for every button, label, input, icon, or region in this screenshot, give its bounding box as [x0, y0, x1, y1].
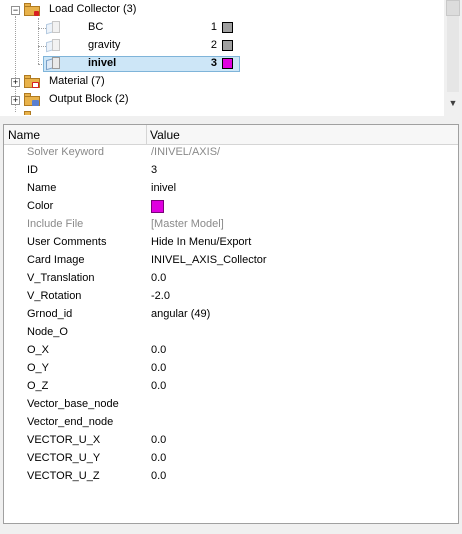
table-row[interactable]: V_Translation 0.0 [4, 270, 458, 288]
tree-item-label: Load Collector (3) [49, 3, 137, 15]
property-name: V_Rotation [27, 290, 82, 302]
property-name: Name [27, 182, 57, 194]
property-name: V_Translation [27, 272, 95, 284]
table-row[interactable]: Name inivel [4, 180, 458, 198]
column-divider[interactable] [146, 125, 147, 144]
property-name: O_Y [27, 362, 50, 374]
tree-item-label: inivel [88, 57, 117, 69]
tree-item-bc[interactable]: BC 1 [0, 19, 444, 37]
property-value[interactable]: 0.0 [151, 272, 166, 284]
property-name: Grnod_id [27, 308, 73, 320]
table-row[interactable]: VECTOR_U_Z 0.0 [4, 468, 458, 486]
property-name: Color [27, 200, 54, 212]
tree-item-label: Material (7) [49, 75, 105, 87]
table-row[interactable]: O_X 0.0 [4, 342, 458, 360]
expand-icon[interactable]: + [11, 96, 20, 105]
property-value[interactable]: 0.0 [151, 344, 166, 356]
table-row[interactable]: ID 3 [4, 162, 458, 180]
table-row[interactable]: Vector_base_node [4, 396, 458, 414]
collector-id: 1 [210, 21, 217, 33]
expand-icon[interactable]: + [11, 78, 20, 87]
entity-properties-table: Name Value Solver Keyword /INIVEL/AXIS/ … [3, 124, 459, 524]
property-value[interactable]: angular (49) [151, 308, 210, 320]
property-value[interactable]: 0.0 [151, 362, 166, 374]
table-row[interactable]: Node_O [4, 324, 458, 342]
property-name: ID [27, 164, 38, 176]
table-header: Name Value [4, 125, 458, 145]
collector-icon [46, 21, 60, 35]
color-swatch[interactable] [151, 200, 164, 213]
collector-id: 3 [210, 57, 217, 69]
property-value: [Master Model] [151, 218, 224, 230]
tree-item-load-collector[interactable]: − Load Collector (3) [0, 1, 444, 19]
tree-item-gravity[interactable]: gravity 2 [0, 37, 444, 55]
tree-item-material[interactable]: + Material (7) [0, 73, 444, 91]
property-name: VECTOR_U_Y [27, 452, 101, 464]
color-swatch[interactable] [222, 22, 233, 33]
property-name: VECTOR_U_X [27, 434, 101, 446]
property-value: /INIVEL/AXIS/ [151, 146, 221, 158]
scrollbar-thumb[interactable] [446, 0, 460, 16]
table-row[interactable]: Include File [Master Model] [4, 216, 458, 234]
tree-scrollbar[interactable]: ▼ [444, 0, 462, 112]
table-row[interactable]: O_Y 0.0 [4, 360, 458, 378]
property-name: VECTOR_U_Z [27, 470, 100, 482]
collector-id: 2 [210, 39, 217, 51]
property-value[interactable]: 0.0 [151, 470, 166, 482]
output-block-folder-icon [24, 93, 40, 106]
tree-item-label: Output Block (2) [49, 93, 129, 105]
collapse-icon[interactable]: − [11, 6, 20, 15]
column-header-value[interactable]: Value [150, 128, 180, 142]
color-swatch[interactable] [222, 58, 233, 69]
property-name: O_X [27, 344, 50, 356]
property-value[interactable]: 0.0 [151, 452, 166, 464]
property-value[interactable]: INIVEL_AXIS_Collector [151, 254, 267, 266]
collector-icon [46, 57, 60, 71]
property-name: Include File [27, 218, 84, 230]
tree-item-label: BC [88, 21, 104, 33]
table-row[interactable]: Solver Keyword /INIVEL/AXIS/ [4, 144, 458, 162]
model-browser-tree: − Load Collector (3) BC 1 gravity 2 iniv… [0, 0, 444, 116]
material-folder-icon [24, 75, 40, 88]
property-name: Vector_base_node [27, 398, 119, 410]
scroll-down-icon[interactable]: ▼ [447, 97, 459, 109]
property-name: O_Z [27, 380, 49, 392]
property-name: Vector_end_node [27, 416, 114, 428]
property-value[interactable]: 0.0 [151, 380, 166, 392]
property-value[interactable]: 3 [151, 164, 157, 176]
load-collector-folder-icon [24, 3, 40, 16]
table-row[interactable]: Color [4, 198, 458, 216]
property-name: Node_O [27, 326, 68, 338]
table-row[interactable]: Vector_end_node [4, 414, 458, 432]
property-value[interactable]: 0.0 [151, 434, 166, 446]
table-row[interactable]: VECTOR_U_Y 0.0 [4, 450, 458, 468]
panel-bottom-edge [0, 526, 462, 534]
tree-item-inivel[interactable]: inivel 3 [0, 55, 444, 73]
tree-item-output-block[interactable]: + Output Block (2) [0, 91, 444, 109]
table-row[interactable]: VECTOR_U_X 0.0 [4, 432, 458, 450]
property-value[interactable]: -2.0 [151, 290, 170, 302]
table-row[interactable]: O_Z 0.0 [4, 378, 458, 396]
folder-icon [24, 111, 40, 116]
column-header-name[interactable]: Name [8, 128, 40, 142]
property-name: Solver Keyword [27, 146, 105, 158]
color-swatch[interactable] [222, 40, 233, 51]
collector-icon [46, 39, 60, 53]
property-name: User Comments [27, 236, 107, 248]
table-row[interactable]: Grnod_id angular (49) [4, 306, 458, 324]
table-row[interactable]: Card Image INIVEL_AXIS_Collector [4, 252, 458, 270]
table-row[interactable]: User Comments Hide In Menu/Export [4, 234, 458, 252]
table-row[interactable]: V_Rotation -2.0 [4, 288, 458, 306]
tree-item-label: gravity [88, 39, 121, 51]
property-value[interactable]: Hide In Menu/Export [151, 236, 251, 248]
property-name: Card Image [27, 254, 85, 266]
property-value[interactable]: inivel [151, 182, 176, 194]
